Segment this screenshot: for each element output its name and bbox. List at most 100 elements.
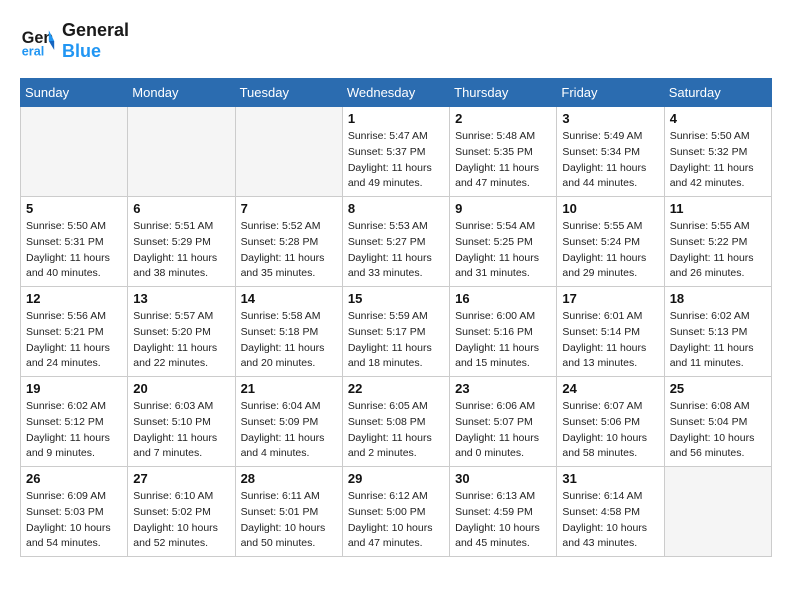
calendar-cell: 5 Sunrise: 5:50 AM Sunset: 5:31 PM Daylig…: [21, 197, 128, 287]
day-info: Sunrise: 5:48 AM Sunset: 5:35 PM Dayligh…: [455, 129, 551, 192]
day-info: Sunrise: 6:14 AM Sunset: 4:58 PM Dayligh…: [562, 489, 658, 552]
weekday-header-thursday: Thursday: [450, 79, 557, 107]
calendar-week-1: 1Sunrise: 5:47 AM Sunset: 5:37 PM Daylig…: [21, 107, 772, 197]
day-number: 16: [455, 291, 551, 306]
day-info: Sunrise: 6:00 AM Sunset: 5:16 PM Dayligh…: [455, 309, 551, 372]
calendar-cell: [664, 467, 771, 557]
day-number: 12: [26, 291, 122, 306]
day-info: Sunrise: 6:13 AM Sunset: 4:59 PM Dayligh…: [455, 489, 551, 552]
calendar-week-5: 26Sunrise: 6:09 AM Sunset: 5:03 PM Dayli…: [21, 467, 772, 557]
day-number: 24: [562, 381, 658, 396]
day-info: Sunrise: 6:05 AM Sunset: 5:08 PM Dayligh…: [348, 399, 444, 462]
calendar-cell: 25 Sunrise: 6:08 AM Sunset: 5:04 PM Dayli…: [664, 377, 771, 467]
calendar-cell: 1Sunrise: 5:47 AM Sunset: 5:37 PM Daylig…: [342, 107, 449, 197]
weekday-header-wednesday: Wednesday: [342, 79, 449, 107]
weekday-header-row: SundayMondayTuesdayWednesdayThursdayFrid…: [21, 79, 772, 107]
day-number: 31: [562, 471, 658, 486]
day-number: 2: [455, 111, 551, 126]
calendar-cell: 29 Sunrise: 6:12 AM Sunset: 5:00 PM Dayli…: [342, 467, 449, 557]
calendar-cell: 28 Sunrise: 6:11 AM Sunset: 5:01 PM Dayli…: [235, 467, 342, 557]
calendar-cell: 9 Sunrise: 5:54 AM Sunset: 5:25 PM Daylig…: [450, 197, 557, 287]
day-info: Sunrise: 6:09 AM Sunset: 5:03 PM Dayligh…: [26, 489, 122, 552]
calendar-cell: 11 Sunrise: 5:55 AM Sunset: 5:22 PM Dayli…: [664, 197, 771, 287]
day-info: Sunrise: 6:04 AM Sunset: 5:09 PM Dayligh…: [241, 399, 337, 462]
day-info: Sunrise: 6:11 AM Sunset: 5:01 PM Dayligh…: [241, 489, 337, 552]
day-number: 11: [670, 201, 766, 216]
calendar-cell: [235, 107, 342, 197]
day-number: 13: [133, 291, 229, 306]
day-info: Sunrise: 5:55 AM Sunset: 5:24 PM Dayligh…: [562, 219, 658, 282]
calendar-cell: 3Sunrise: 5:49 AM Sunset: 5:34 PM Daylig…: [557, 107, 664, 197]
day-info: Sunrise: 5:55 AM Sunset: 5:22 PM Dayligh…: [670, 219, 766, 282]
calendar-cell: 4 Sunrise: 5:50 AM Sunset: 5:32 PM Daylig…: [664, 107, 771, 197]
calendar-cell: 19 Sunrise: 6:02 AM Sunset: 5:12 PM Dayli…: [21, 377, 128, 467]
calendar-cell: [128, 107, 235, 197]
day-number: 21: [241, 381, 337, 396]
day-info: Sunrise: 6:10 AM Sunset: 5:02 PM Dayligh…: [133, 489, 229, 552]
day-number: 4: [670, 111, 766, 126]
calendar-cell: 2 Sunrise: 5:48 AM Sunset: 5:35 PM Daylig…: [450, 107, 557, 197]
day-number: 19: [26, 381, 122, 396]
svg-text:eral: eral: [22, 44, 44, 58]
day-number: 10: [562, 201, 658, 216]
day-info: Sunrise: 6:02 AM Sunset: 5:12 PM Dayligh…: [26, 399, 122, 462]
day-info: Sunrise: 5:56 AM Sunset: 5:21 PM Dayligh…: [26, 309, 122, 372]
day-info: Sunrise: 6:07 AM Sunset: 5:06 PM Dayligh…: [562, 399, 658, 462]
calendar-cell: 13Sunrise: 5:57 AM Sunset: 5:20 PM Dayli…: [128, 287, 235, 377]
day-number: 5: [26, 201, 122, 216]
day-info: Sunrise: 6:08 AM Sunset: 5:04 PM Dayligh…: [670, 399, 766, 462]
day-number: 8: [348, 201, 444, 216]
day-info: Sunrise: 5:50 AM Sunset: 5:31 PM Dayligh…: [26, 219, 122, 282]
calendar-cell: 6Sunrise: 5:51 AM Sunset: 5:29 PM Daylig…: [128, 197, 235, 287]
calendar-week-2: 5 Sunrise: 5:50 AM Sunset: 5:31 PM Daylig…: [21, 197, 772, 287]
day-number: 27: [133, 471, 229, 486]
day-number: 15: [348, 291, 444, 306]
day-info: Sunrise: 5:58 AM Sunset: 5:18 PM Dayligh…: [241, 309, 337, 372]
calendar-week-3: 12 Sunrise: 5:56 AM Sunset: 5:21 PM Dayli…: [21, 287, 772, 377]
day-number: 28: [241, 471, 337, 486]
weekday-header-friday: Friday: [557, 79, 664, 107]
calendar-cell: 31 Sunrise: 6:14 AM Sunset: 4:58 PM Dayli…: [557, 467, 664, 557]
calendar-cell: 20 Sunrise: 6:03 AM Sunset: 5:10 PM Dayli…: [128, 377, 235, 467]
calendar-cell: 10 Sunrise: 5:55 AM Sunset: 5:24 PM Dayli…: [557, 197, 664, 287]
calendar-cell: 14 Sunrise: 5:58 AM Sunset: 5:18 PM Dayli…: [235, 287, 342, 377]
calendar-cell: 18Sunrise: 6:02 AM Sunset: 5:13 PM Dayli…: [664, 287, 771, 377]
calendar-cell: 23Sunrise: 6:06 AM Sunset: 5:07 PM Dayli…: [450, 377, 557, 467]
day-number: 29: [348, 471, 444, 486]
calendar-week-4: 19 Sunrise: 6:02 AM Sunset: 5:12 PM Dayli…: [21, 377, 772, 467]
calendar-cell: 26Sunrise: 6:09 AM Sunset: 5:03 PM Dayli…: [21, 467, 128, 557]
day-number: 30: [455, 471, 551, 486]
day-number: 9: [455, 201, 551, 216]
weekday-header-sunday: Sunday: [21, 79, 128, 107]
day-number: 18: [670, 291, 766, 306]
calendar-cell: 21 Sunrise: 6:04 AM Sunset: 5:09 PM Dayli…: [235, 377, 342, 467]
page-header: Gen eral General Blue: [20, 20, 772, 62]
day-number: 3: [562, 111, 658, 126]
calendar-cell: 15 Sunrise: 5:59 AM Sunset: 5:17 PM Dayli…: [342, 287, 449, 377]
calendar-cell: [21, 107, 128, 197]
calendar-table: SundayMondayTuesdayWednesdayThursdayFrid…: [20, 78, 772, 557]
day-info: Sunrise: 5:50 AM Sunset: 5:32 PM Dayligh…: [670, 129, 766, 192]
day-info: Sunrise: 6:12 AM Sunset: 5:00 PM Dayligh…: [348, 489, 444, 552]
logo-icon: Gen eral: [20, 23, 56, 59]
day-info: Sunrise: 6:03 AM Sunset: 5:10 PM Dayligh…: [133, 399, 229, 462]
day-number: 25: [670, 381, 766, 396]
day-number: 14: [241, 291, 337, 306]
calendar-cell: 22Sunrise: 6:05 AM Sunset: 5:08 PM Dayli…: [342, 377, 449, 467]
day-info: Sunrise: 5:47 AM Sunset: 5:37 PM Dayligh…: [348, 129, 444, 192]
day-number: 23: [455, 381, 551, 396]
day-number: 6: [133, 201, 229, 216]
calendar-cell: 24 Sunrise: 6:07 AM Sunset: 5:06 PM Dayli…: [557, 377, 664, 467]
day-info: Sunrise: 5:59 AM Sunset: 5:17 PM Dayligh…: [348, 309, 444, 372]
day-number: 20: [133, 381, 229, 396]
logo: Gen eral General Blue: [20, 20, 129, 62]
weekday-header-tuesday: Tuesday: [235, 79, 342, 107]
day-info: Sunrise: 5:53 AM Sunset: 5:27 PM Dayligh…: [348, 219, 444, 282]
day-info: Sunrise: 5:54 AM Sunset: 5:25 PM Dayligh…: [455, 219, 551, 282]
weekday-header-monday: Monday: [128, 79, 235, 107]
day-info: Sunrise: 5:52 AM Sunset: 5:28 PM Dayligh…: [241, 219, 337, 282]
calendar-cell: 12 Sunrise: 5:56 AM Sunset: 5:21 PM Dayli…: [21, 287, 128, 377]
calendar-cell: 8 Sunrise: 5:53 AM Sunset: 5:27 PM Daylig…: [342, 197, 449, 287]
day-number: 17: [562, 291, 658, 306]
calendar-cell: 7Sunrise: 5:52 AM Sunset: 5:28 PM Daylig…: [235, 197, 342, 287]
